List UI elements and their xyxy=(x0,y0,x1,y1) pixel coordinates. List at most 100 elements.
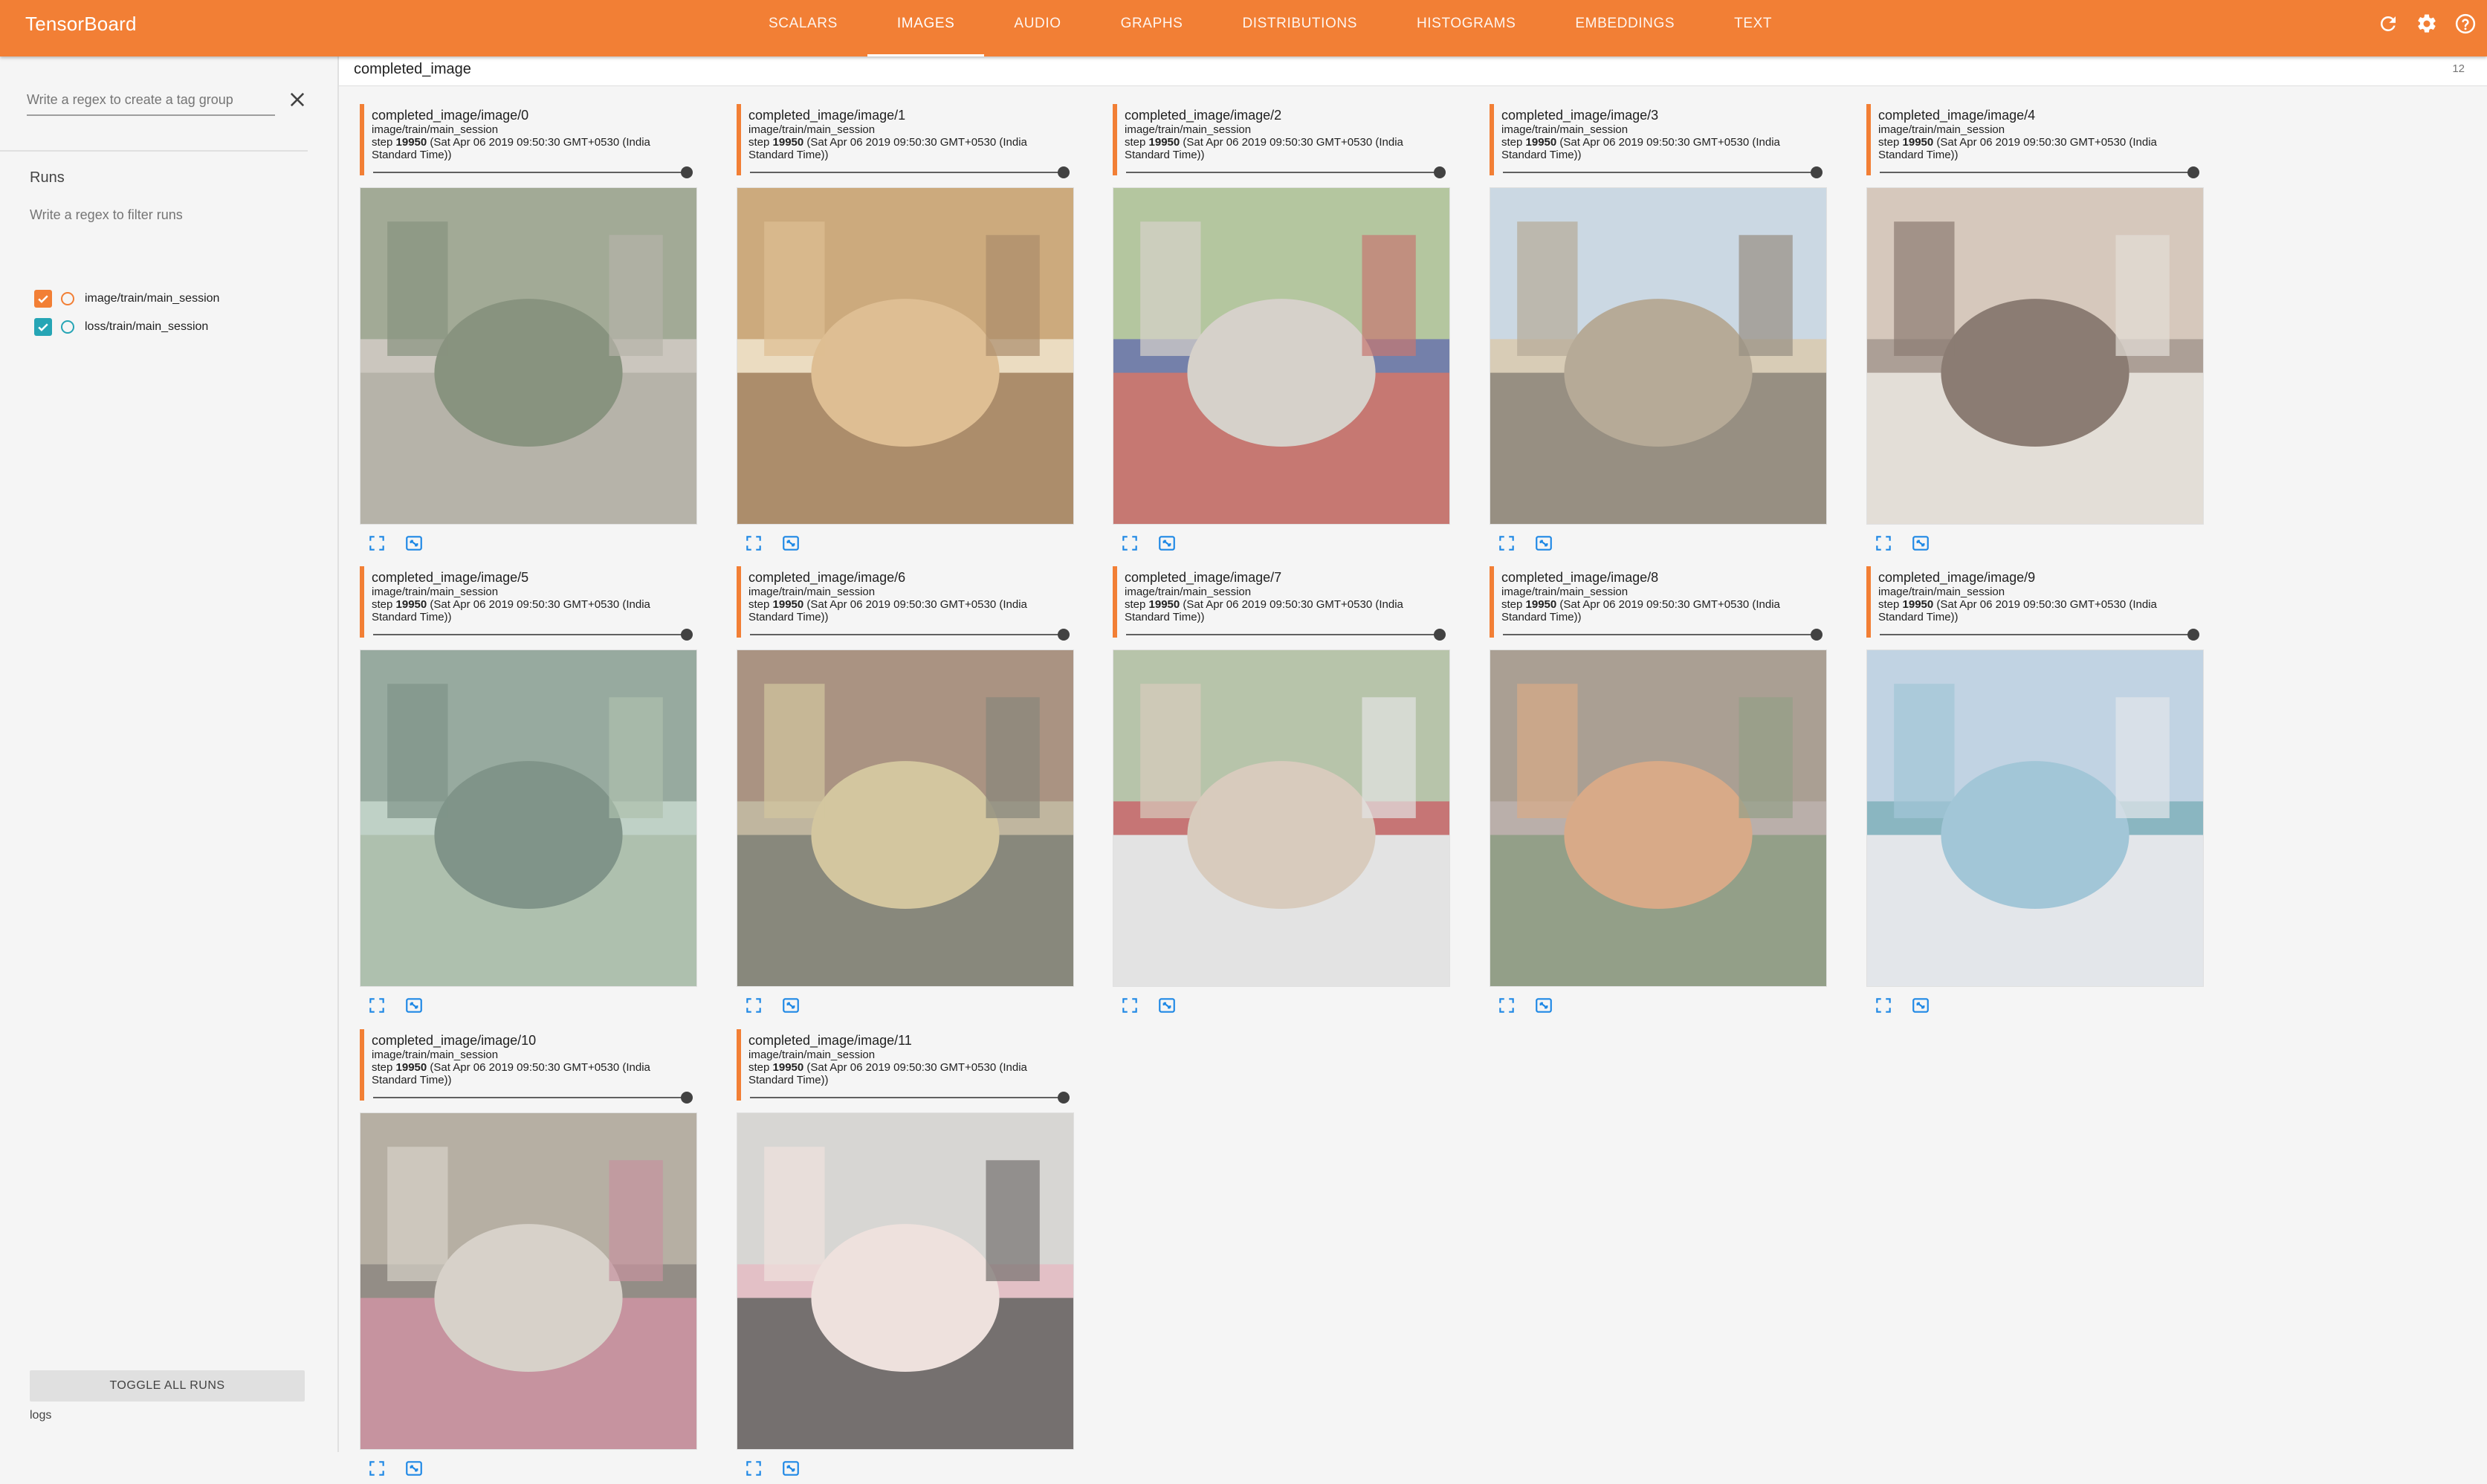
reload-icon[interactable] xyxy=(2377,13,2399,35)
slider-knob[interactable] xyxy=(1811,629,1823,641)
step-slider[interactable] xyxy=(750,166,1070,178)
actual-size-button[interactable] xyxy=(403,1457,425,1480)
run-item-image-train[interactable]: image/train/main_session xyxy=(34,287,219,311)
slider-knob[interactable] xyxy=(1434,166,1446,178)
expand-button[interactable] xyxy=(743,1457,765,1480)
run-item-loss-train[interactable]: loss/train/main_session xyxy=(34,315,208,339)
step-slider[interactable] xyxy=(373,166,693,178)
category-header[interactable]: completed_image 12 xyxy=(339,56,2487,86)
image-run-name: image/train/main_session xyxy=(1878,586,2005,598)
step-slider[interactable] xyxy=(1880,629,2199,641)
slider-knob[interactable] xyxy=(1811,166,1823,178)
step-slider[interactable] xyxy=(373,1092,693,1104)
step-slider[interactable] xyxy=(373,629,693,641)
tag-group-input[interactable] xyxy=(27,86,275,113)
actual-size-button[interactable] xyxy=(1909,994,1932,1017)
toggle-all-runs-button[interactable]: TOGGLE ALL RUNS xyxy=(30,1370,305,1402)
image-tag-title: completed_image/image/6 xyxy=(748,570,906,585)
expand-button[interactable] xyxy=(1119,532,1141,554)
expand-button[interactable] xyxy=(1495,994,1518,1017)
help-icon[interactable] xyxy=(2454,13,2477,35)
expand-button[interactable] xyxy=(1872,994,1895,1017)
tab-audio[interactable]: AUDIO xyxy=(984,0,1090,56)
tab-text[interactable]: TEXT xyxy=(1704,0,1802,56)
image-tag-title: completed_image/image/11 xyxy=(748,1033,912,1048)
sample-image[interactable] xyxy=(737,1112,1074,1450)
slider-knob[interactable] xyxy=(1058,629,1070,641)
image-tag-title: completed_image/image/7 xyxy=(1125,570,1282,585)
sample-image[interactable] xyxy=(737,187,1074,525)
step-slider[interactable] xyxy=(1126,629,1446,641)
fullscreen-icon xyxy=(1876,998,1891,1013)
sample-image[interactable] xyxy=(1490,187,1827,525)
image-tag-title: completed_image/image/1 xyxy=(748,108,906,123)
expand-button[interactable] xyxy=(1872,532,1895,554)
clear-tag-filter-button[interactable] xyxy=(287,89,308,110)
sample-image[interactable] xyxy=(360,649,697,987)
image-card: completed_image/image/4 image/train/main… xyxy=(1866,104,2205,559)
expand-button[interactable] xyxy=(1495,532,1518,554)
sample-image[interactable] xyxy=(1866,187,2204,525)
sample-image[interactable] xyxy=(1866,649,2204,987)
expand-button[interactable] xyxy=(743,994,765,1017)
slider-knob[interactable] xyxy=(2187,629,2199,641)
slider-knob[interactable] xyxy=(681,1092,693,1104)
settings-icon[interactable] xyxy=(2416,13,2438,35)
image-run-name: image/train/main_session xyxy=(372,1049,499,1061)
run-checkbox[interactable] xyxy=(34,290,52,308)
slider-knob[interactable] xyxy=(1058,1092,1070,1104)
slider-knob[interactable] xyxy=(1058,166,1070,178)
step-value: 19950 xyxy=(1525,598,1557,611)
image-step-info: step 19950 (Sat Apr 06 2019 09:50:30 GMT… xyxy=(372,136,650,161)
step-slider[interactable] xyxy=(1503,166,1823,178)
actual-size-button[interactable] xyxy=(1156,994,1178,1017)
image-run-name: image/train/main_session xyxy=(1878,123,2005,136)
step-slider[interactable] xyxy=(750,1092,1070,1104)
sample-image[interactable] xyxy=(1490,649,1827,987)
tab-distributions[interactable]: DISTRIBUTIONS xyxy=(1212,0,1387,56)
step-slider[interactable] xyxy=(1880,166,2199,178)
step-slider[interactable] xyxy=(1126,166,1446,178)
tab-scalars[interactable]: SCALARS xyxy=(739,0,867,56)
expand-button[interactable] xyxy=(366,532,388,554)
actual-size-button[interactable] xyxy=(403,532,425,554)
image-card-actions xyxy=(1872,994,1932,1017)
expand-button[interactable] xyxy=(366,994,388,1017)
expand-button[interactable] xyxy=(1119,994,1141,1017)
step-slider[interactable] xyxy=(750,629,1070,641)
slider-knob[interactable] xyxy=(1434,629,1446,641)
slider-knob[interactable] xyxy=(681,166,693,178)
image-tag-title: completed_image/image/9 xyxy=(1878,570,2036,585)
tab-histograms[interactable]: HISTOGRAMS xyxy=(1387,0,1545,56)
tab-embeddings[interactable]: EMBEDDINGS xyxy=(1545,0,1704,56)
sample-image[interactable] xyxy=(1113,649,1450,987)
runs-filter-input[interactable] xyxy=(30,202,297,227)
sample-image[interactable] xyxy=(737,649,1074,987)
run-checkbox[interactable] xyxy=(34,318,52,336)
actual-size-button[interactable] xyxy=(780,532,802,554)
expand-button[interactable] xyxy=(366,1457,388,1480)
tab-images[interactable]: IMAGES xyxy=(867,0,985,56)
sample-image[interactable] xyxy=(360,187,697,525)
actual-size-button[interactable] xyxy=(1156,532,1178,554)
image-card-actions xyxy=(1495,532,1555,554)
sample-image[interactable] xyxy=(360,1112,697,1450)
actual-size-button[interactable] xyxy=(780,994,802,1017)
slider-knob[interactable] xyxy=(2187,166,2199,178)
slider-track xyxy=(750,634,1061,635)
image-thumbnail xyxy=(360,188,696,524)
step-slider[interactable] xyxy=(1503,629,1823,641)
actual-size-button[interactable] xyxy=(780,1457,802,1480)
actual-size-button[interactable] xyxy=(1533,532,1555,554)
run-color-radio[interactable] xyxy=(61,292,74,305)
expand-button[interactable] xyxy=(743,532,765,554)
sample-image[interactable] xyxy=(1113,187,1450,525)
close-icon xyxy=(290,92,305,107)
step-value: 19950 xyxy=(395,598,427,611)
tab-graphs[interactable]: GRAPHS xyxy=(1091,0,1213,56)
actual-size-button[interactable] xyxy=(1909,532,1932,554)
slider-knob[interactable] xyxy=(681,629,693,641)
actual-size-button[interactable] xyxy=(403,994,425,1017)
actual-size-button[interactable] xyxy=(1533,994,1555,1017)
run-color-radio[interactable] xyxy=(61,320,74,334)
